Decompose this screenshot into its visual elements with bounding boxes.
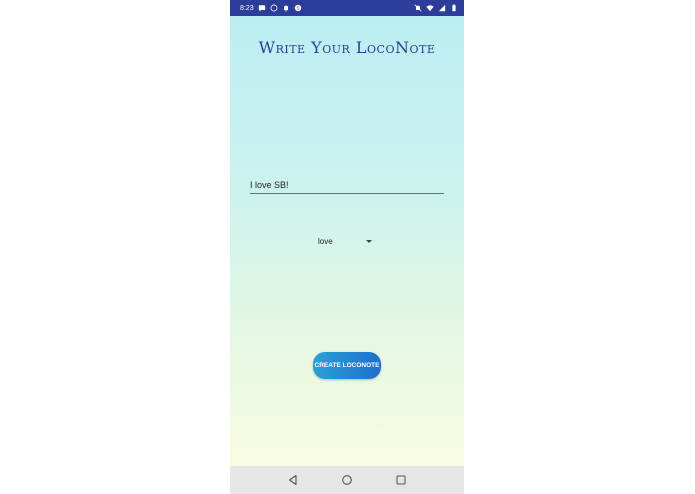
wifi-icon <box>426 4 434 12</box>
mute-icon <box>414 4 422 12</box>
recents-icon[interactable] <box>394 473 408 487</box>
navigation-bar <box>230 466 464 494</box>
home-icon[interactable] <box>340 473 354 487</box>
skype-icon: S <box>294 4 302 12</box>
dropdown-arrow-icon <box>366 239 372 243</box>
emotion-dropdown-value: love <box>318 236 333 246</box>
phone-screen: 8:23 S Write Your LocoNote I love SB! lo… <box>230 0 464 494</box>
notification-bell-icon <box>282 4 290 12</box>
page-title: Write Your LocoNote <box>258 38 436 57</box>
battery-icon <box>450 4 458 12</box>
emotion-dropdown[interactable]: love <box>318 234 372 248</box>
note-input[interactable] <box>250 176 444 194</box>
status-bar: 8:23 S <box>230 0 464 16</box>
create-loconote-button[interactable]: CREATE LOCONOTE <box>313 352 381 379</box>
status-time: 8:23 <box>240 4 254 12</box>
status-bar-right <box>414 4 458 12</box>
svg-text:S: S <box>296 6 299 12</box>
whatsapp-icon <box>270 4 278 12</box>
message-icon <box>258 4 266 12</box>
signal-icon <box>438 4 446 12</box>
status-bar-left: 8:23 S <box>240 4 302 12</box>
back-icon[interactable] <box>286 473 300 487</box>
